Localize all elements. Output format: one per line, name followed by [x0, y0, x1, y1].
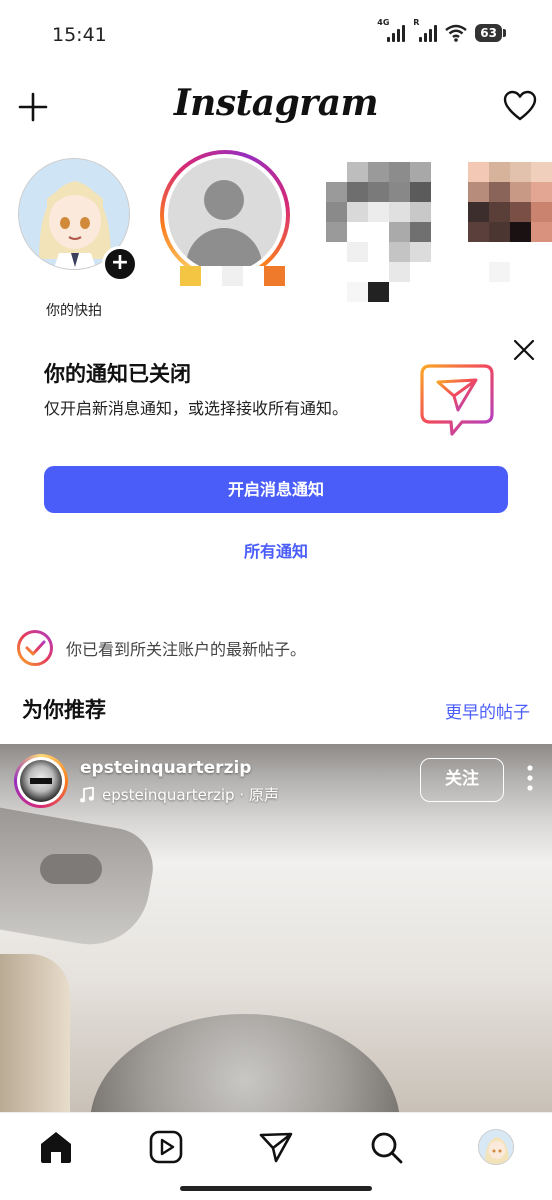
signal-icon-1: 4G: [377, 18, 406, 42]
stories-tray: + 你的快拍: [0, 148, 552, 319]
network-label-2: R: [413, 18, 420, 27]
bottom-nav: [0, 1112, 552, 1200]
default-avatar-icon: [168, 158, 282, 272]
check-circle-icon: [17, 630, 53, 666]
post-avatar[interactable]: [14, 754, 68, 808]
heart-icon[interactable]: [502, 88, 538, 124]
post-audio[interactable]: epsteinquarterzip · 原声: [80, 784, 279, 805]
my-story-label: 你的快拍: [46, 303, 102, 319]
search-icon[interactable]: [366, 1127, 406, 1167]
post-audio-label: epsteinquarterzip · 原声: [102, 786, 279, 804]
profile-avatar[interactable]: [478, 1129, 518, 1169]
music-note-icon: [80, 786, 94, 802]
story-item[interactable]: [160, 150, 290, 286]
status-indicators: 4G R 63: [377, 18, 506, 42]
my-story[interactable]: + 你的快拍: [18, 158, 138, 319]
pixelated-avatar: [326, 162, 452, 302]
more-options-icon[interactable]: [522, 764, 538, 792]
post-username[interactable]: epsteinquarterzip: [80, 758, 251, 778]
story-item-pixelated-2[interactable]: [468, 162, 552, 302]
direct-icon[interactable]: [256, 1127, 296, 1167]
caught-up-text: 你已看到所关注账户的最新帖子。: [66, 640, 307, 659]
wifi-icon: [445, 24, 468, 42]
suggested-title: 为你推荐: [22, 698, 106, 722]
all-notifications-link[interactable]: 所有通知: [0, 538, 552, 562]
reels-icon[interactable]: [146, 1127, 186, 1167]
close-icon[interactable]: [512, 338, 536, 362]
home-icon[interactable]: [36, 1127, 76, 1167]
suggested-post[interactable]: epsteinquarterzip epsteinquarterzip · 原声…: [0, 744, 552, 1112]
network-label-1: 4G: [377, 18, 390, 27]
notification-title: 你的通知已关闭: [44, 362, 191, 386]
instagram-logo: Instagram: [173, 82, 379, 124]
post-image-vent: [40, 854, 102, 884]
notifications-off-card: 你的通知已关闭 仅开启新消息通知，或选择接收所有通知。 开启消息通知 所有通知: [0, 330, 552, 580]
status-bar: 15:41 4G R 63: [0, 0, 552, 70]
pixelated-avatar-2: [468, 162, 552, 302]
enable-message-notifications-button[interactable]: 开启消息通知: [44, 466, 508, 513]
pixelated-label: [180, 266, 285, 286]
battery-icon: 63: [475, 24, 506, 42]
status-time: 15:41: [52, 24, 107, 46]
post-image-person: [90, 1014, 400, 1112]
post-image-wall: [0, 954, 70, 1112]
older-posts-link[interactable]: 更早的帖子: [445, 698, 530, 723]
caught-up-banner: 你已看到所关注账户的最新帖子。: [16, 628, 306, 668]
post-header: epsteinquarterzip epsteinquarterzip · 原声…: [14, 754, 538, 810]
follow-button[interactable]: 关注: [420, 758, 504, 802]
story-ring: [160, 150, 290, 280]
add-story-button[interactable]: +: [102, 246, 138, 282]
home-indicator: [180, 1186, 372, 1191]
app-header: Instagram: [0, 72, 552, 142]
notification-description: 仅开启新消息通知，或选择接收所有通知。: [44, 399, 349, 418]
direct-message-icon: [420, 364, 494, 436]
story-item-pixelated[interactable]: [326, 162, 452, 302]
signal-icon-2: R: [413, 18, 438, 42]
